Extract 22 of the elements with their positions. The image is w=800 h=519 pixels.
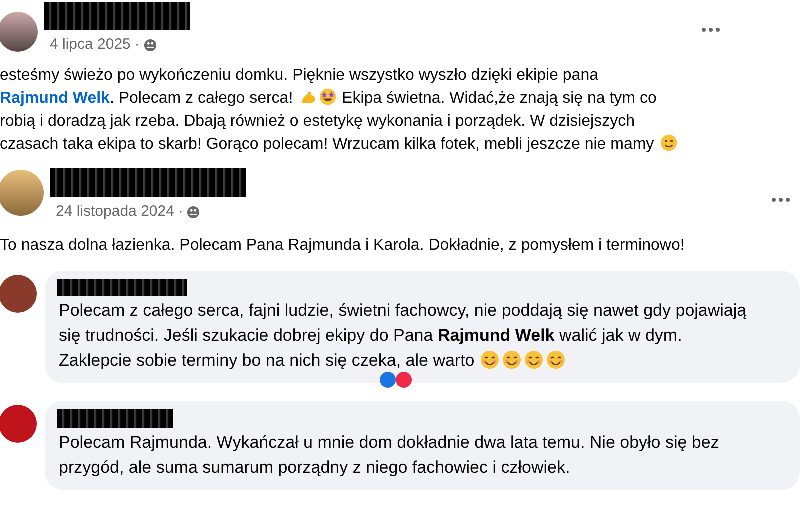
avatar-photo-placeholder[interactable] [0, 170, 44, 216]
smiling-face-icon [502, 350, 522, 370]
separator-dot: · [134, 35, 140, 55]
post-date-link[interactable]: 4 lipca 2025 [50, 34, 131, 56]
separator-dot: · [178, 202, 184, 222]
smiling-face-icon [480, 350, 500, 370]
post-text: esteśmy świeżo po wykończeniu domku. Pięknie wszystko wyszło dzięki ekipie pana Rajmund Welk. Polecam z całego serca! Ekipa świetna. Widać,że znają się na tym co robią i doradzą jak rzeba. Dbają również o estetykę wykonania i porządek. W dzisiejszych czasach taka ekipa to skarb! Gorąco polecam! Wrzucam kilka fotek, mebli jeszcze nie mamy [0, 64, 696, 156]
smiling-face-icon [546, 350, 566, 370]
star-eyes-face-icon [318, 88, 337, 106]
comment-text: Polecam Rajmunda. Wykańczał u mnie dom dokładnie dwa lata temu. Nie obyło się bez przygód, ale suma sumarum porządny z niego fachowiec i człowiek. [58, 432, 720, 479]
avatar-photo-placeholder[interactable] [0, 12, 38, 52]
winking-face-icon [660, 134, 678, 152]
avatar-photo-placeholder[interactable] [0, 405, 37, 443]
profile-link[interactable]: Rajmund Welk [0, 90, 110, 107]
avatar-photo-placeholder[interactable] [0, 275, 37, 313]
smiling-face-icon [524, 350, 544, 370]
reaction-icons[interactable] [380, 372, 412, 388]
post-text: To nasza dolna łazienka. Polecam Pana Rajmunda i Karola. Dokładnie, z pomysłem i terminowo! [0, 236, 686, 256]
more-options-icon[interactable] [702, 28, 720, 32]
comment-text: Polecam z całego serca, fajni ludzie, świetni fachowcy, nie poddają się nawet gdy pojawiają się trudności. Jeśli szukacie dobrej ekipy do Pana Rajmund Welk walić jak w dym. Zaklepcie sobie terminy bo na nich się czeka, ale warto [58, 300, 747, 372]
post-date-link[interactable]: 24 listopada 2024 [56, 201, 174, 224]
more-options-icon[interactable] [772, 198, 790, 202]
